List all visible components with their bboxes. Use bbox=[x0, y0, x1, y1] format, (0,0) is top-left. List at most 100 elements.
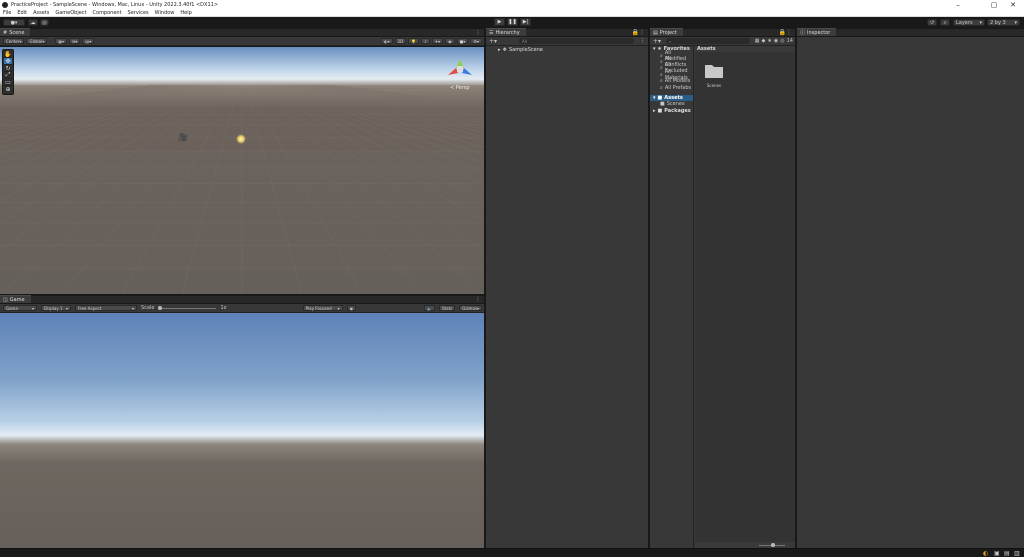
space-label: Global bbox=[29, 38, 43, 44]
hierarchy-tab-label: Hierarchy bbox=[495, 29, 520, 36]
debug-mode-icon[interactable]: ▤ bbox=[1004, 550, 1010, 557]
visibility-icon[interactable]: ◎ bbox=[780, 38, 784, 44]
menu-help[interactable]: Help bbox=[180, 10, 191, 16]
tab-inspector[interactable]: ⓘ Inspector bbox=[797, 28, 837, 36]
draw-mode-button[interactable]: ◐▾ bbox=[381, 38, 393, 44]
scenes-folder-label: Scenes bbox=[706, 83, 722, 88]
window-title: PracticeProject - SampleScene - Windows,… bbox=[11, 1, 219, 8]
favorite-item[interactable]: ⌕ All Prefabs bbox=[650, 84, 693, 91]
favorite-label: All Models bbox=[664, 78, 691, 85]
menu-file[interactable]: File bbox=[3, 10, 11, 16]
hierarchy-window: ☰ Hierarchy 🔒 ⋮ +▾ All ⋮ ▸ ❖ SampleScene bbox=[486, 28, 648, 548]
pivot-dropdown[interactable]: Center ▾ bbox=[3, 38, 25, 44]
hierarchy-lock-icon[interactable]: 🔒 bbox=[632, 29, 639, 36]
hierarchy-menu-icon[interactable]: ⋮ bbox=[639, 29, 645, 36]
project-toolbar: +▾ ⌕ ▦ ◆ ★ ◉ ◎ 14 bbox=[650, 37, 795, 46]
icon-size-slider[interactable] bbox=[771, 543, 775, 547]
layout-dropdown[interactable]: 2 by 3 ▾ bbox=[987, 19, 1020, 26]
pause-button[interactable]: ❚❚ bbox=[507, 18, 518, 26]
rect-tool-icon[interactable]: ▭ bbox=[4, 79, 12, 86]
audio-toggle[interactable]: ♪ bbox=[421, 38, 430, 44]
play-focus-dropdown[interactable]: Play Focused ▾ bbox=[302, 305, 343, 311]
tab-project[interactable]: ▤ Project bbox=[650, 28, 683, 36]
hierarchy-search-input[interactable]: All bbox=[519, 38, 634, 44]
scale-slider[interactable] bbox=[158, 305, 217, 311]
search-icon: ⌕ bbox=[660, 78, 663, 85]
layers-dropdown[interactable]: Layers ▾ bbox=[953, 19, 985, 26]
packages-folder-row[interactable]: ▸ ■ Packages bbox=[650, 108, 693, 114]
snap-settings-button[interactable]: ▤▾ bbox=[82, 38, 95, 44]
pivot-label: Center bbox=[6, 38, 20, 44]
inspector-tab-label: Inspector bbox=[807, 29, 831, 36]
menu-services[interactable]: Services bbox=[128, 10, 149, 16]
tab-hierarchy[interactable]: ☰ Hierarchy bbox=[486, 28, 526, 36]
tab-scene[interactable]: # Scene bbox=[0, 28, 31, 36]
scene-tab-label: Scene bbox=[9, 29, 25, 36]
project-lock-icon[interactable]: 🔒 bbox=[779, 29, 786, 36]
scene-viewport[interactable]: ✋ ✥ ↻ ⤢ ▭ ⊕ 🎥 < Persp bbox=[0, 47, 484, 294]
menu-assets[interactable]: Assets bbox=[33, 10, 49, 16]
stats-button[interactable]: Stats bbox=[439, 305, 456, 311]
display-dropdown[interactable]: Display 1 ▾ bbox=[41, 305, 71, 311]
project-tab-label: Project bbox=[659, 29, 677, 36]
hidden-packages-icon[interactable]: ◉ bbox=[774, 38, 778, 44]
game-viewport[interactable] bbox=[0, 313, 484, 548]
mute-audio-icon[interactable]: 🔈 bbox=[424, 305, 436, 311]
scene-menu-icon[interactable]: ⋮ bbox=[475, 29, 481, 36]
menu-component[interactable]: Component bbox=[93, 10, 122, 16]
notification-icon[interactable]: ▣ bbox=[994, 550, 1000, 557]
scenes-folder-tile[interactable] bbox=[704, 63, 724, 79]
search-by-type-icon[interactable]: ▦ bbox=[755, 38, 760, 44]
project-tabstrip: ▤ Project 🔒 ⋮ bbox=[650, 28, 795, 37]
hierarchy-add-button[interactable]: +▾ bbox=[489, 38, 497, 45]
undo-history-icon[interactable]: ↺ bbox=[927, 19, 937, 26]
camera-settings-button[interactable]: ■▾ bbox=[456, 38, 469, 44]
project-search-input[interactable]: ⌕ bbox=[666, 38, 750, 44]
menu-gameobject[interactable]: GameObject bbox=[55, 10, 86, 16]
hidden-objects-button[interactable]: ◉ bbox=[445, 38, 455, 44]
vsync-icon[interactable]: ◉ bbox=[346, 305, 357, 311]
orientation-gizmo[interactable] bbox=[444, 55, 476, 81]
light-gizmo-icon[interactable] bbox=[236, 134, 246, 144]
progress-icon[interactable]: ◐ bbox=[983, 550, 988, 557]
aspect-dropdown[interactable]: Free Aspect ▾ bbox=[75, 305, 137, 311]
favorite-icon[interactable]: ★ bbox=[767, 38, 771, 44]
lighting-toggle[interactable]: 💡 bbox=[408, 38, 420, 44]
project-add-button[interactable]: +▾ bbox=[653, 38, 661, 45]
menu-edit[interactable]: Edit bbox=[17, 10, 27, 16]
space-dropdown[interactable]: Global ▾ bbox=[26, 38, 48, 44]
expand-arrow-icon[interactable]: ▸ bbox=[498, 47, 501, 53]
menu-window[interactable]: Window bbox=[155, 10, 175, 16]
persp-label[interactable]: < Persp bbox=[450, 85, 470, 91]
scene-row[interactable]: ▸ ❖ SampleScene bbox=[486, 46, 648, 53]
play-button[interactable]: ▶ bbox=[494, 18, 505, 26]
increment-snap-button[interactable]: ⊞▾ bbox=[69, 38, 81, 44]
cloud-icon[interactable]: ☁ bbox=[28, 19, 38, 26]
transform-tool-icon[interactable]: ⊕ bbox=[4, 86, 12, 93]
camera-gizmo-icon[interactable]: 🎥 bbox=[178, 133, 188, 142]
account-button[interactable]: ●▾ bbox=[3, 19, 25, 26]
play-focus-label: Play Focused bbox=[305, 305, 332, 311]
hierarchy-options-icon[interactable]: ⋮ bbox=[640, 38, 645, 44]
search-by-label-icon[interactable]: ◆ bbox=[762, 38, 766, 44]
scene-toolbar: Center ▾ Global ▾ ▦▾ ⊞▾ ▤▾ ◐▾ 2D 💡 ♪ ✦▾ ◉ … bbox=[0, 37, 484, 46]
close-button[interactable]: ✕ bbox=[1002, 0, 1024, 9]
game-gizmos-button[interactable]: Gizmos ▾ bbox=[459, 305, 482, 311]
game-menu-icon[interactable]: ⋮ bbox=[475, 296, 481, 303]
game-gizmos-label: Gizmos bbox=[462, 305, 477, 311]
effects-button[interactable]: ✦▾ bbox=[431, 38, 444, 44]
collab-icon[interactable]: ◎ bbox=[40, 19, 49, 26]
step-button[interactable]: ▶| bbox=[520, 18, 531, 26]
grid-snap-button[interactable]: ▦▾ bbox=[55, 38, 68, 44]
display-label: Display 1 bbox=[44, 305, 63, 311]
2d-toggle[interactable]: 2D bbox=[394, 38, 407, 44]
gizmos-button[interactable]: ⚙▾ bbox=[470, 38, 482, 44]
asset-count: 14 bbox=[786, 38, 793, 44]
minimize-button[interactable]: – bbox=[947, 0, 969, 9]
tab-game[interactable]: ◫ Game bbox=[0, 295, 31, 303]
console-icon[interactable]: ▥ bbox=[1014, 550, 1020, 557]
game-mode-dropdown[interactable]: Game ▾ bbox=[3, 305, 37, 311]
unity-logo-icon bbox=[2, 1, 8, 8]
project-menu-icon[interactable]: ⋮ bbox=[786, 29, 792, 36]
search-icon[interactable]: ⌕ bbox=[940, 19, 950, 26]
